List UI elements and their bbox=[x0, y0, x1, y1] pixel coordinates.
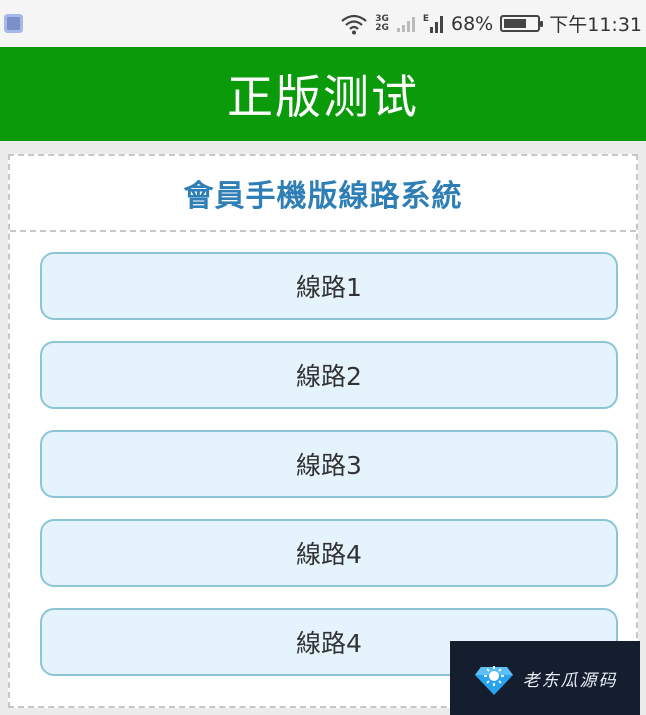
app-title-bar: 正版测试 bbox=[0, 47, 646, 141]
line-button-label: 線路3 bbox=[296, 451, 362, 480]
line-list: 線路1 線路2 線路3 線路4 線路4 bbox=[40, 252, 620, 697]
battery-percent: 68% bbox=[451, 12, 494, 35]
line-button-label: 線路2 bbox=[296, 362, 362, 391]
line-button-label: 線路4 bbox=[296, 540, 362, 569]
wifi-icon bbox=[341, 14, 367, 34]
line-selection-panel: 會員手機版線路系統 線路1 線路2 線路3 線路4 線路4 bbox=[8, 154, 638, 708]
battery-icon bbox=[500, 15, 544, 32]
watermark-badge: 老东瓜源码 bbox=[450, 641, 640, 715]
line-button-label: 線路1 bbox=[296, 273, 362, 302]
clock: 下午11:31 bbox=[549, 14, 642, 36]
data-e-label: E bbox=[422, 13, 429, 24]
status-indicators: 3G 2G E 68% 下午11:31 bbox=[340, 0, 642, 47]
line-button-1[interactable]: 線路1 bbox=[40, 252, 618, 320]
line-button-2[interactable]: 線路2 bbox=[40, 341, 618, 409]
battery-level-fill bbox=[504, 19, 526, 28]
status-bar: 3G 2G E 68% 下午11:31 bbox=[0, 0, 646, 47]
line-button-4[interactable]: 線路4 bbox=[40, 519, 618, 587]
data-signal-indicator: E bbox=[422, 13, 444, 33]
page-title: 正版测试 bbox=[227, 70, 419, 124]
network-2g-label: 2G bbox=[375, 22, 389, 33]
panel-title-text: 會員手機版線路系統 bbox=[183, 179, 463, 214]
watermark-text: 老东瓜源码 bbox=[522, 670, 618, 691]
network-type-indicator: 3G 2G bbox=[375, 14, 389, 33]
data-signal-bars-icon bbox=[430, 15, 443, 33]
diamond-logo-icon bbox=[474, 666, 513, 695]
app-notification-icon bbox=[4, 14, 23, 33]
line-button-label: 線路4 bbox=[296, 629, 362, 658]
line-button-3[interactable]: 線路3 bbox=[40, 430, 618, 498]
signal-bars-icon bbox=[396, 16, 415, 32]
panel-title: 會員手機版線路系統 bbox=[10, 156, 636, 232]
